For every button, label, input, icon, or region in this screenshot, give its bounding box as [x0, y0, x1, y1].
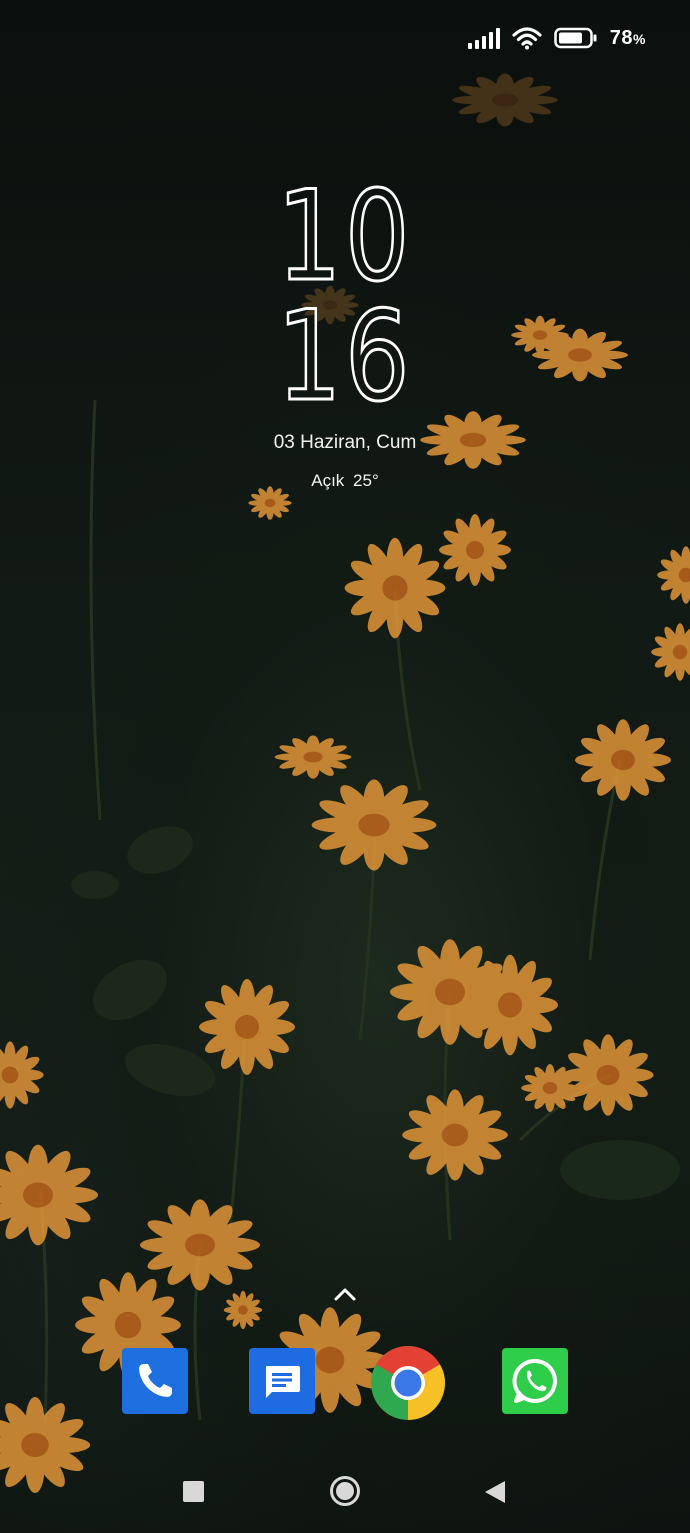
phone-icon[interactable] [122, 1348, 188, 1414]
lock-screen-date: 03 Haziran, Cum [273, 432, 417, 453]
battery-icon [554, 27, 597, 49]
home-button[interactable] [329, 1475, 361, 1507]
swipe-up-chevron-icon[interactable] [331, 1282, 359, 1306]
clock-minutes: 16 [276, 285, 413, 429]
messages-icon[interactable] [249, 1348, 315, 1414]
recents-button[interactable] [183, 1481, 204, 1502]
clock-hours: 10 [276, 165, 413, 309]
signal-icon [467, 27, 500, 49]
back-button[interactable] [483, 1479, 507, 1505]
app-dock [0, 1346, 690, 1420]
chrome-icon[interactable] [371, 1346, 445, 1420]
battery-percentage: 78% [609, 26, 646, 49]
weather-summary: Açık 25° [311, 471, 379, 490]
navigation-bar [0, 1470, 690, 1514]
wifi-icon [512, 27, 542, 50]
status-bar: 78% [467, 18, 646, 58]
whatsapp-icon[interactable] [502, 1348, 568, 1414]
